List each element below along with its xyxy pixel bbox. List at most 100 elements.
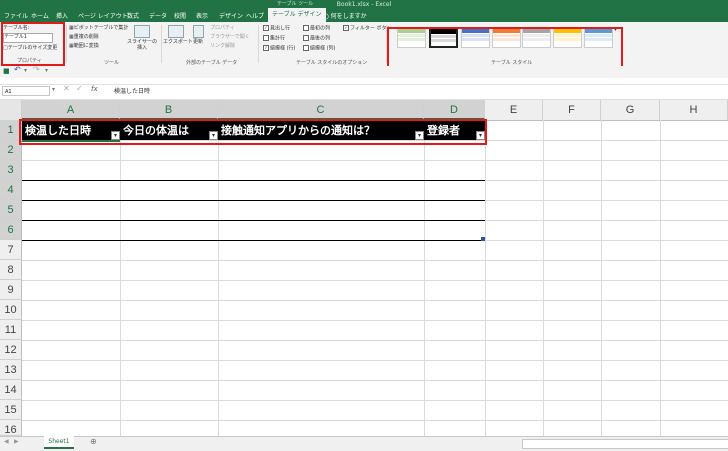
row-header[interactable]: 9 — [0, 280, 22, 300]
select-all-corner[interactable] — [0, 100, 22, 120]
option-header-row[interactable]: ✓ 見出し行 — [263, 25, 290, 32]
gridline — [424, 120, 425, 436]
row-header[interactable]: 16 — [0, 420, 22, 436]
ribbon-tab-bar: ファイル ホーム 挿入 ページ レイアウト 数式 データ 校閲 表示 デザイン … — [0, 8, 728, 22]
gridline — [22, 260, 728, 261]
gridline — [485, 120, 486, 436]
horizontal-scrollbar[interactable] — [522, 439, 728, 449]
first-column-label: 最初の列 — [310, 25, 331, 32]
gridline — [660, 120, 661, 436]
tab-review[interactable]: 校閲 — [174, 11, 186, 20]
row-header[interactable]: 10 — [0, 300, 22, 320]
column-header-a[interactable]: A — [22, 100, 120, 120]
add-sheet-icon[interactable]: ⊕ — [90, 437, 97, 446]
column-header-h[interactable]: H — [660, 100, 728, 120]
separator — [66, 25, 67, 63]
checkbox-icon — [263, 35, 269, 41]
row-header[interactable]: 4 — [0, 180, 22, 200]
export-icon[interactable] — [168, 25, 184, 38]
column-header-bar: A B C D E F G H — [0, 100, 728, 121]
group-label-tools: ツール — [104, 60, 120, 66]
insert-function-icon[interactable]: fx — [91, 85, 98, 93]
tab-home[interactable]: ホーム — [31, 11, 49, 20]
row-header[interactable]: 8 — [0, 260, 22, 280]
export-label[interactable]: エクスポート — [163, 39, 193, 45]
name-box[interactable]: A1 — [2, 86, 50, 96]
separator — [258, 25, 259, 63]
tab-help[interactable]: ヘルプ — [246, 11, 264, 20]
gridline — [22, 280, 728, 281]
redo-icon[interactable]: ↷ — [33, 66, 40, 74]
row-header[interactable]: 3 — [0, 160, 22, 180]
scroll-right-icon[interactable]: ▶ — [14, 438, 19, 445]
formula-bar — [0, 84, 728, 100]
column-header-g[interactable]: G — [601, 100, 660, 120]
slicer-icon[interactable] — [134, 25, 150, 38]
save-icon[interactable]: ■ — [3, 68, 10, 75]
gridline — [22, 380, 728, 381]
remove-duplicates-button[interactable]: ▦重複の削除 — [69, 34, 99, 40]
undo-icon[interactable]: ↶ — [14, 66, 21, 74]
header-row-label: 見出し行 — [270, 25, 291, 32]
insert-slicer-label[interactable]: スライサーの挿入 — [126, 39, 158, 51]
option-banded-columns[interactable]: 縞模様 (列) — [303, 45, 336, 52]
row-header[interactable]: 15 — [0, 400, 22, 420]
tab-view[interactable]: 表示 — [196, 11, 208, 20]
gridline — [22, 300, 728, 301]
sheet-tab[interactable]: Sheet1 — [44, 436, 74, 449]
group-label-style-options: テーブル スタイルのオプション — [296, 60, 368, 66]
option-filter-button[interactable]: ✓ フィルター ボタン — [343, 25, 392, 32]
row-header[interactable]: 13 — [0, 360, 22, 380]
tab-design[interactable]: デザイン — [219, 11, 243, 20]
total-row-label: 集計行 — [270, 35, 286, 42]
option-banded-rows[interactable]: ✓ 縞模様 (行) — [263, 45, 296, 52]
tab-file[interactable]: ファイル — [4, 11, 28, 20]
enter-icon[interactable]: ✓ — [76, 84, 83, 93]
refresh-icon[interactable] — [193, 25, 204, 38]
pivot-summary-button[interactable]: ▦ピボットテーブルで集計 — [69, 25, 128, 31]
tab-table-design[interactable]: テーブル デザイン — [268, 8, 326, 22]
row-header[interactable]: 5 — [0, 200, 22, 220]
cancel-icon[interactable]: ✕ — [63, 84, 70, 93]
gridline — [218, 120, 219, 436]
gridline — [601, 120, 602, 436]
gridline — [22, 400, 728, 401]
last-column-label: 最後の列 — [310, 35, 331, 42]
row-header[interactable]: 11 — [0, 320, 22, 340]
open-in-browser-button[interactable]: ブラウザーで開く — [210, 34, 250, 40]
tab-data[interactable]: データ — [149, 11, 167, 20]
tab-page-layout[interactable]: ページ レイアウト — [78, 11, 128, 20]
refresh-label[interactable]: 更新 — [193, 39, 203, 45]
tab-formulas[interactable]: 数式 — [127, 11, 139, 20]
scroll-left-icon[interactable]: ◀ — [4, 438, 9, 445]
row-header[interactable]: 6 — [0, 220, 22, 240]
option-total-row[interactable]: 集計行 — [263, 35, 285, 42]
unlink-button[interactable]: リンク解除 — [210, 43, 235, 49]
table-row-border — [22, 200, 485, 201]
option-first-column[interactable]: 最初の列 — [303, 25, 330, 32]
column-header-e[interactable]: E — [485, 100, 543, 120]
convert-to-range-button[interactable]: ▦範囲に変換 — [69, 43, 99, 49]
highlight-table-header — [19, 119, 487, 145]
option-last-column[interactable]: 最後の列 — [303, 35, 330, 42]
row-header[interactable]: 12 — [0, 340, 22, 360]
formula-input[interactable]: 検温した日時 — [114, 86, 150, 95]
checkbox-checked-icon: ✓ — [263, 45, 269, 51]
external-properties-button[interactable]: プロパティ — [210, 25, 235, 31]
dropdown-icon[interactable]: ▾ — [24, 68, 27, 74]
row-header[interactable]: 14 — [0, 380, 22, 400]
gridline — [22, 360, 728, 361]
quick-access-toolbar: ■ ↶ ▾ ↷ ▾ — [0, 66, 728, 78]
column-header-d[interactable]: D — [424, 100, 485, 120]
column-header-b[interactable]: B — [120, 100, 218, 120]
column-header-f[interactable]: F — [543, 100, 601, 120]
highlight-properties — [1, 22, 65, 66]
tell-me-text: 何をしますか — [330, 13, 367, 20]
row-header[interactable]: 7 — [0, 240, 22, 260]
tab-insert[interactable]: 挿入 — [56, 11, 68, 20]
tell-me-box[interactable]: ◯ 何をしますか — [322, 11, 367, 20]
name-box-dropdown-icon[interactable]: ▾ — [52, 86, 55, 93]
customize-qat-icon[interactable]: ▾ — [45, 68, 48, 74]
column-header-c[interactable]: C — [218, 100, 424, 120]
table-resize-handle[interactable] — [481, 237, 485, 241]
